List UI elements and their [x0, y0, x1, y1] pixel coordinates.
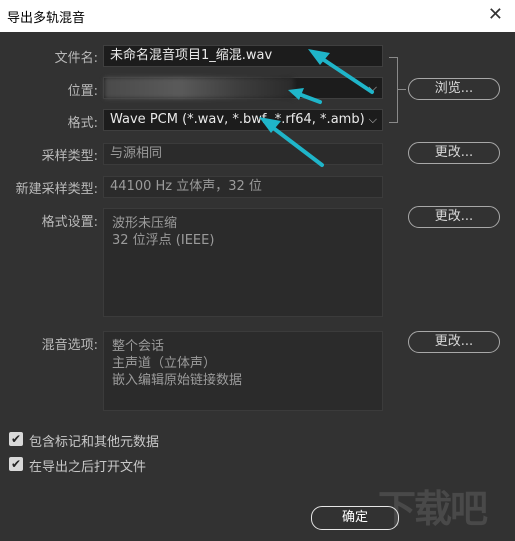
- arrow-to-format: [266, 122, 324, 167]
- arrow-to-filename: [316, 54, 374, 94]
- annotation-arrows: [259, 49, 374, 167]
